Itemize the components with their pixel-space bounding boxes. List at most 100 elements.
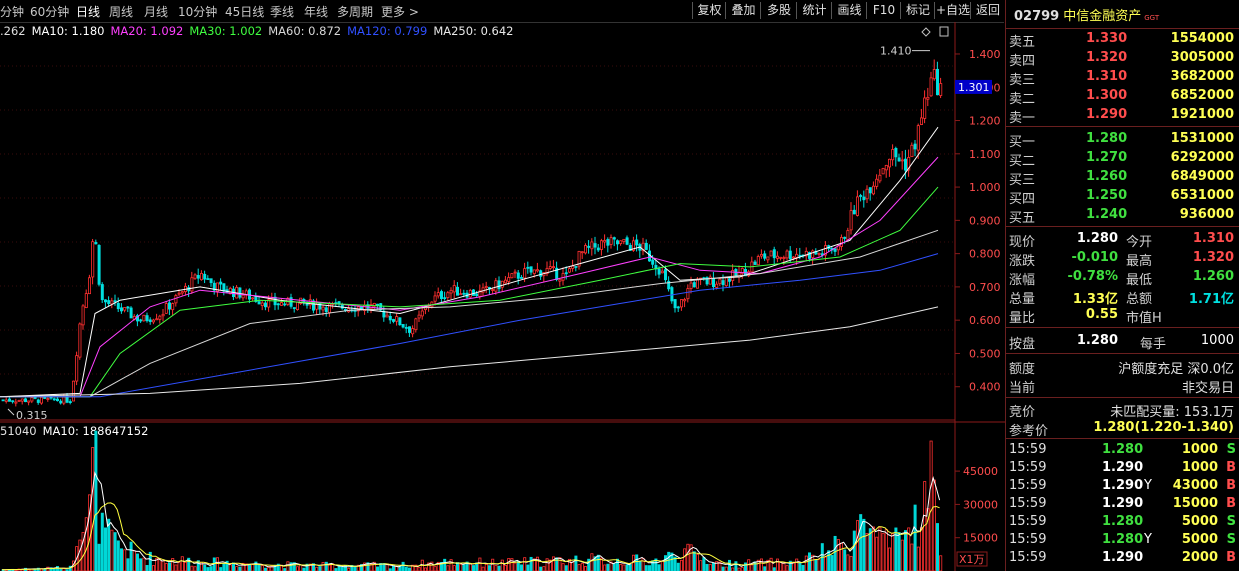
diamond-icon[interactable] <box>921 27 931 37</box>
bid-row[interactable]: 买四 1.250 6531000 <box>1006 187 1239 207</box>
candle <box>897 157 901 162</box>
tool-button-0[interactable]: 复权 <box>692 2 726 19</box>
candle <box>107 300 111 304</box>
volume-bar <box>542 566 546 571</box>
tool-button-7[interactable]: +自选 <box>934 2 971 19</box>
volume-bar <box>190 565 194 571</box>
ask-label: 卖二 <box>1009 92 1036 107</box>
candle <box>612 237 616 240</box>
period-tab-8[interactable]: 年线 <box>304 3 328 20</box>
volume-bar <box>785 565 789 571</box>
volume-bar <box>680 559 684 571</box>
current-label: 当前 <box>1009 381 1036 396</box>
candle <box>199 273 203 281</box>
candle <box>43 397 47 399</box>
candle <box>401 324 405 328</box>
candle <box>785 250 789 259</box>
bid-label: 买四 <box>1009 192 1036 207</box>
candle <box>116 303 120 310</box>
period-tab-9[interactable]: 多周期 <box>337 3 373 20</box>
tool-button-5[interactable]: F10 <box>866 2 901 19</box>
tick-row: 15:59 1.290 1000 B <box>1006 459 1239 477</box>
candle <box>868 187 872 194</box>
volume-bar <box>401 561 405 571</box>
window-icon[interactable] <box>939 26 949 37</box>
candle <box>558 279 562 282</box>
candle <box>776 255 780 259</box>
tool-button-6[interactable]: 标记 <box>900 2 935 19</box>
volume-bar <box>219 567 223 571</box>
candle <box>414 318 418 331</box>
period-toolbar: 分钟 60分钟 日线 周线 月线 10分钟 45日线 季线 年线 多周期 更多 > 复权 叠加 多股 统计画… <box>0 0 1004 23</box>
price-axis-label: 1.200 <box>969 115 1001 128</box>
candle <box>420 310 424 317</box>
ask-price: 1.300 <box>1086 88 1128 103</box>
candle <box>500 280 504 288</box>
candle <box>795 253 799 258</box>
candle <box>174 295 178 304</box>
period-tab-2[interactable]: 日线 <box>76 3 100 20</box>
volume-bar <box>734 561 738 571</box>
ask-row[interactable]: 卖二 1.300 6852000 <box>1006 87 1239 107</box>
candle <box>939 83 943 96</box>
candle <box>859 195 863 197</box>
candle <box>593 243 597 248</box>
volume-bar <box>852 530 856 571</box>
period-tab-5[interactable]: 10分钟 <box>178 3 217 20</box>
volume-bar <box>478 557 482 571</box>
tick-row: 15:59 1.290 Y 43000 B <box>1006 477 1239 495</box>
tool-button-2[interactable]: 多股 <box>760 2 797 19</box>
volume-bar <box>299 564 303 571</box>
price-axis-label: 0.900 <box>969 214 1001 227</box>
candle <box>926 96 930 100</box>
candle <box>923 97 927 119</box>
bid-row[interactable]: 买一 1.280 1531000 <box>1006 130 1239 150</box>
volume-bar <box>78 539 82 571</box>
volume-bar <box>491 558 495 571</box>
candle <box>241 294 245 299</box>
tick-volume: 5000 <box>1181 532 1218 547</box>
ask-row[interactable]: 卖五 1.330 1554000 <box>1006 30 1239 50</box>
volume-bar <box>375 566 379 571</box>
volume-bar <box>126 558 130 571</box>
volume-bar <box>446 565 450 571</box>
ask-label: 卖五 <box>1009 35 1036 50</box>
volume-bar <box>843 549 847 571</box>
candle <box>513 271 517 274</box>
candle <box>46 398 50 400</box>
period-tab-1[interactable]: 60分钟 <box>30 3 69 20</box>
period-tab-3[interactable]: 周线 <box>109 3 133 20</box>
candle <box>692 282 696 288</box>
quote-value: 1.320 <box>1192 250 1234 265</box>
tool-button-3[interactable]: 统计 <box>796 2 832 19</box>
bid-row[interactable]: 买五 1.240 936000 <box>1006 206 1239 226</box>
volume-bar <box>484 563 488 571</box>
ask-row[interactable]: 卖四 1.320 3005000 <box>1006 49 1239 69</box>
quote-label: 市值H <box>1126 311 1162 326</box>
period-tab-6[interactable]: 45日线 <box>225 3 264 20</box>
period-tab-0[interactable]: 分钟 <box>0 3 24 20</box>
candle <box>113 300 117 303</box>
volume-bar <box>708 564 712 571</box>
volume-bar <box>193 566 197 571</box>
tool-button-8[interactable]: 返回 <box>970 2 1005 19</box>
candle <box>283 303 287 306</box>
candle <box>721 280 725 285</box>
candle <box>900 159 904 162</box>
ask-row[interactable]: 卖三 1.310 3682000 <box>1006 68 1239 88</box>
period-tab-7[interactable]: 季线 <box>270 3 294 20</box>
quote-value: -0.78% <box>1067 269 1119 284</box>
ask-row[interactable]: 卖一 1.290 1921000 <box>1006 106 1239 126</box>
volume-bar <box>904 530 908 571</box>
candle <box>817 252 821 255</box>
tool-button-4[interactable]: 画线 <box>831 2 867 19</box>
tick-time: 15:59 <box>1009 460 1047 475</box>
kline-chart[interactable]: 1.4001.3001.2001.1001.0000.9000.8000.700… <box>0 22 1005 571</box>
period-tab-4[interactable]: 月线 <box>144 3 168 20</box>
period-tab-10[interactable]: 更多 > <box>381 3 419 20</box>
bid-row[interactable]: 买三 1.260 6849000 <box>1006 168 1239 188</box>
candle <box>904 158 908 171</box>
bid-row[interactable]: 买二 1.270 6292000 <box>1006 149 1239 169</box>
candle <box>190 277 194 292</box>
tool-button-1[interactable]: 叠加 <box>725 2 761 19</box>
